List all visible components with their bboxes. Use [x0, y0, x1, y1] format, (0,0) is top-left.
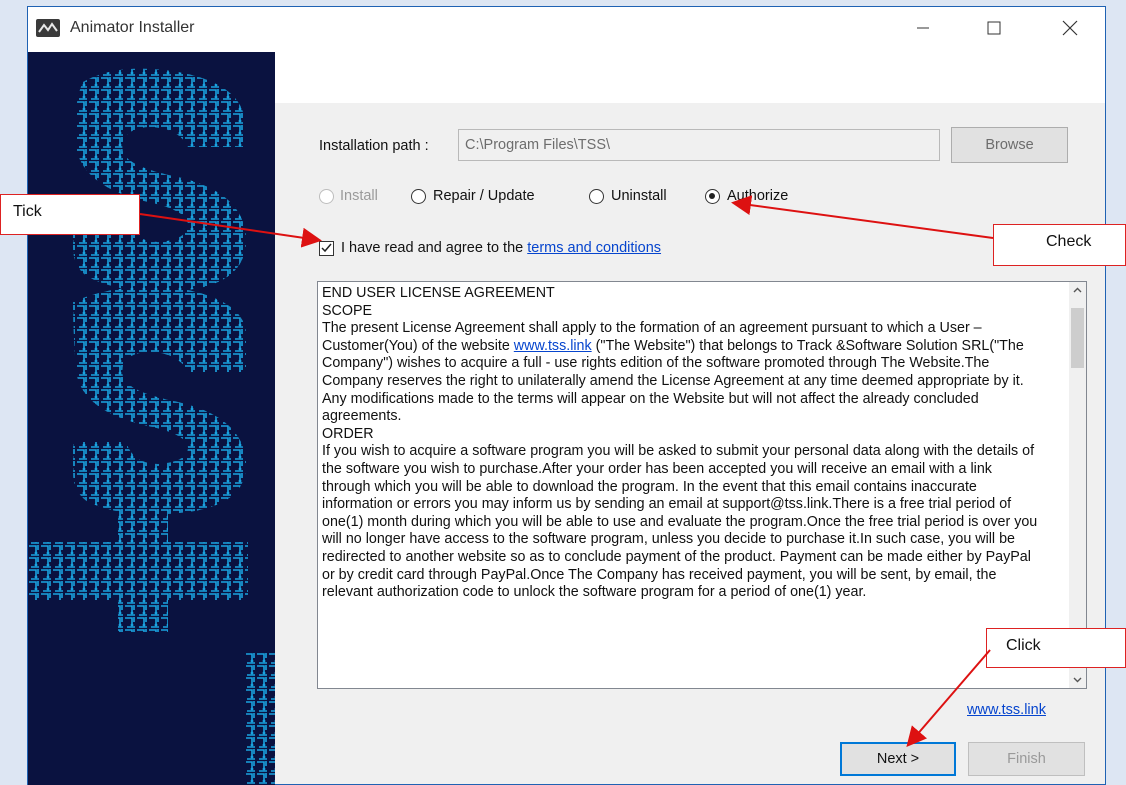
eula-content: END USER LICENSE AGREEMENT SCOPE The pre…: [322, 285, 1042, 602]
radio-install-label: Install: [340, 188, 378, 204]
title-bar[interactable]: Animator Installer: [28, 7, 1105, 52]
check-annotation: Check: [993, 224, 1126, 266]
header-area: [275, 52, 1105, 103]
radio-repair-update-label: Repair / Update: [433, 188, 535, 204]
radio-circle: [319, 189, 334, 204]
close-icon: [1062, 20, 1078, 36]
next-button[interactable]: Next >: [840, 742, 956, 776]
eula-textbox[interactable]: END USER LICENSE AGREEMENT SCOPE The pre…: [317, 281, 1087, 689]
check-annotation-label: Check: [1046, 233, 1092, 250]
scrollbar-thumb[interactable]: [1071, 308, 1084, 368]
click-annotation-label: Click: [1006, 637, 1041, 654]
app-icon: [36, 19, 60, 37]
browse-button[interactable]: Browse: [951, 127, 1068, 163]
eula-scope-paragraph: The present License Agreement shall appl…: [322, 320, 1042, 426]
close-button[interactable]: [1041, 7, 1099, 49]
terms-link[interactable]: terms and conditions: [527, 240, 661, 256]
eula-order-paragraph: If you wish to acquire a software progra…: [322, 443, 1038, 601]
maximize-button[interactable]: [965, 7, 1023, 49]
radio-circle: [589, 189, 604, 204]
footer-website-link[interactable]: www.tss.link: [967, 702, 1046, 718]
sidebar-banner: [28, 52, 275, 785]
finish-button[interactable]: Finish: [968, 742, 1085, 776]
scroll-up-icon[interactable]: [1069, 282, 1086, 299]
radio-circle: [705, 189, 720, 204]
main-panel: Installation path : C:\Program Files\TSS…: [275, 52, 1105, 784]
installation-path-label: Installation path :: [319, 138, 429, 154]
radio-authorize-label: Authorize: [727, 188, 789, 204]
agree-label: I have read and agree to the: [341, 240, 524, 256]
agree-text: I have read and agree to the terms and c…: [341, 240, 661, 256]
radio-circle: [411, 189, 426, 204]
tss-circuit-logo-icon: [28, 68, 275, 785]
scroll-down-icon[interactable]: [1069, 671, 1086, 688]
installation-path-field[interactable]: C:\Program Files\TSS\: [458, 129, 940, 161]
tick-annotation-label: Tick: [13, 203, 42, 220]
tick-annotation: Tick: [0, 194, 140, 235]
minimize-button[interactable]: [894, 7, 952, 49]
eula-heading: END USER LICENSE AGREEMENT: [322, 285, 555, 301]
minimize-icon: [917, 27, 929, 29]
eula-website-link[interactable]: www.tss.link: [514, 338, 592, 354]
window-title: Animator Installer: [70, 19, 195, 36]
agree-checkbox[interactable]: [319, 241, 334, 256]
click-annotation: Click: [986, 628, 1126, 668]
radio-uninstall-label: Uninstall: [611, 188, 667, 204]
maximize-icon: [987, 21, 1001, 35]
installer-window: Animator Installer Installation path: C…: [27, 6, 1106, 785]
checkmark-icon: [321, 243, 332, 253]
eula-order-title: ORDER: [322, 425, 374, 442]
eula-scope-title: SCOPE: [322, 302, 373, 319]
